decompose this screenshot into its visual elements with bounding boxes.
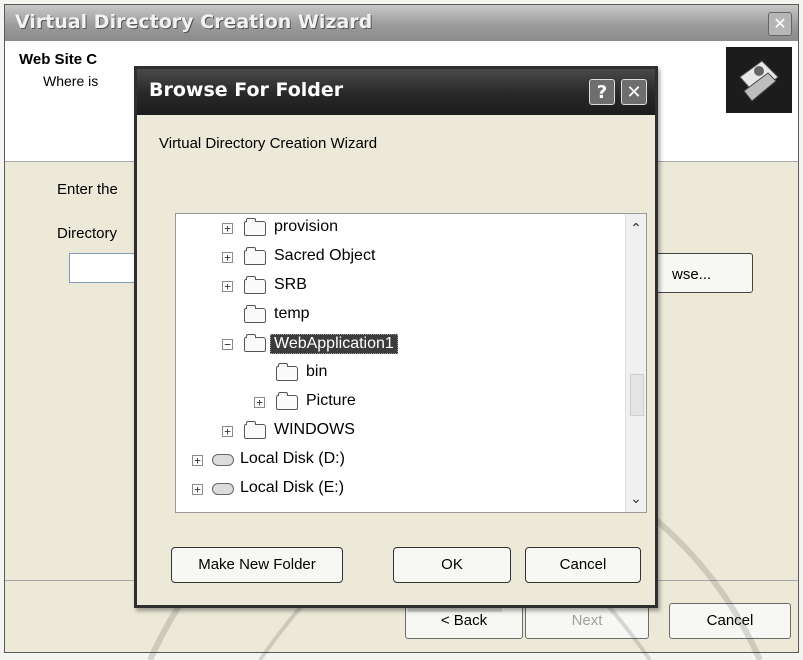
folder-icon (276, 363, 298, 381)
tree-item-label: Local Disk (E:) (240, 479, 345, 496)
tree-item-label-selected: WebApplication1 (270, 334, 398, 354)
tree-item-label: Sacred Object (274, 247, 376, 264)
tree-item-label: provision (274, 218, 339, 235)
expand-icon[interactable]: + (222, 281, 233, 292)
tree-item-webapplication1[interactable]: − WebApplication1 (182, 334, 602, 358)
wizard-directory-label: Directory (57, 225, 118, 242)
tree-item-label: Picture (306, 392, 356, 409)
expand-icon[interactable]: + (222, 223, 233, 234)
tree-item-picture[interactable]: + Picture (182, 392, 602, 416)
dialog-title-bar: Browse For Folder ? ✕ (137, 69, 655, 115)
tree-item-label: Local Disk (D:) (240, 450, 345, 467)
tree-item-bin[interactable]: bin (182, 363, 602, 387)
tree-item-label: SRB (274, 276, 307, 293)
tree-item-label: bin (306, 363, 328, 380)
expand-icon[interactable]: + (222, 252, 233, 263)
wizard-close-button[interactable]: ✕ (768, 12, 792, 36)
disk-icon (212, 483, 234, 495)
help-icon[interactable]: ? (589, 79, 615, 105)
expand-icon[interactable]: + (222, 426, 233, 437)
make-new-folder-button[interactable]: Make New Folder (171, 547, 343, 583)
folder-icon (244, 276, 266, 294)
folder-icon (244, 247, 266, 265)
folder-icon (244, 305, 266, 323)
folder-tree[interactable]: + provision + Sacred Object + SRB temp −… (175, 213, 647, 513)
collapse-icon[interactable]: − (222, 339, 233, 350)
dialog-title: Browse For Folder (149, 79, 344, 101)
scroll-down-icon[interactable]: ⌄ (628, 490, 644, 508)
wizard-title: Virtual Directory Creation Wizard (15, 11, 373, 33)
ok-button[interactable]: OK (393, 547, 511, 583)
tree-item-temp[interactable]: temp (182, 305, 602, 329)
folder-icon (276, 392, 298, 410)
back-button[interactable]: < Back (405, 603, 523, 639)
wizard-header-subtitle: Where is (43, 73, 99, 89)
wizard-title-bar: Virtual Directory Creation Wizard ✕ (5, 5, 798, 41)
wizard-header-title: Web Site C (19, 51, 98, 68)
tree-item-provision[interactable]: + provision (182, 218, 602, 242)
wizard-logo-icon (726, 47, 792, 113)
browse-for-folder-dialog: Browse For Folder ? ✕ Virtual Directory … (134, 66, 658, 608)
folder-icon (244, 421, 266, 439)
tree-item-sacred-object[interactable]: + Sacred Object (182, 247, 602, 271)
dialog-cancel-button[interactable]: Cancel (525, 547, 641, 583)
expand-icon[interactable]: + (192, 484, 203, 495)
tree-item-srb[interactable]: + SRB (182, 276, 602, 300)
tree-item-local-disk-d[interactable]: + Local Disk (D:) (182, 450, 602, 474)
disk-icon (212, 454, 234, 466)
scroll-thumb[interactable] (630, 374, 644, 416)
folder-open-icon (244, 334, 266, 352)
next-button[interactable]: Next (525, 603, 649, 639)
tree-item-windows[interactable]: + WINDOWS (182, 421, 602, 445)
close-icon[interactable]: ✕ (621, 79, 647, 105)
dialog-description: Virtual Directory Creation Wizard (159, 135, 378, 152)
scroll-up-icon[interactable]: ⌃ (628, 220, 644, 238)
tree-item-local-disk-e[interactable]: + Local Disk (E:) (182, 479, 602, 503)
expand-icon[interactable]: + (254, 397, 265, 408)
tree-item-label: WINDOWS (274, 421, 355, 438)
tree-scrollbar[interactable]: ⌃ ⌄ (625, 214, 646, 512)
wizard-cancel-button[interactable]: Cancel (669, 603, 791, 639)
expand-icon[interactable]: + (192, 455, 203, 466)
wizard-instruction-text: Enter the (57, 181, 118, 198)
folder-icon (244, 218, 266, 236)
tree-item-label: temp (274, 305, 310, 322)
